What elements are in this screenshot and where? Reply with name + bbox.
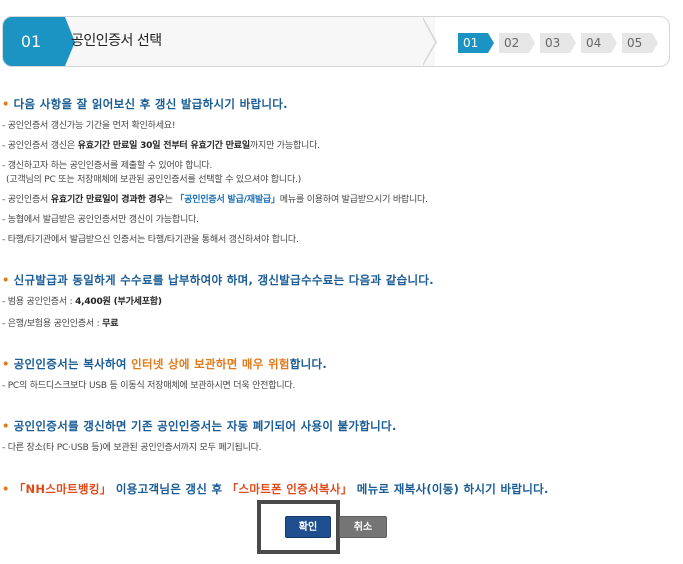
notice-section-disposal: • 공인인증서를 갱신하면 기존 공인인증서는 자동 폐기되어 사용이 불가합니다…	[0, 418, 683, 458]
section-heading-smartbanking: • 「NH스마트뱅킹」 이용고객님은 갱신 후 「스마트폰 인증서복사」 메뉴로 …	[2, 481, 549, 497]
step-number: 01	[20, 32, 42, 51]
step-indicator-04: 04	[581, 33, 617, 53]
text-emphasis: 4,400원 (부가세포함)	[75, 297, 162, 307]
heading-text: 공인인증서를 갱신하면 기존 공인인증서는 자동 폐기되어 사용이 불가합니다.	[13, 419, 397, 433]
section-heading-security: • 공인인증서는 복사하여 인터넷 상에 보관하면 매우 위험합니다.	[2, 356, 327, 372]
notice-line: - 갱신하고자 하는 공인인증서를 제출할 수 있어야 합니다.	[2, 161, 213, 171]
heading-text: 다음 사항을 잘 읽어보신 후 갱신 발급하시기 바랍니다.	[13, 97, 288, 111]
confirm-button[interactable]: 확인	[285, 516, 331, 538]
section-heading-disposal: • 공인인증서를 갱신하면 기존 공인인증서는 자동 폐기되어 사용이 불가합니다…	[2, 418, 397, 434]
bullet-icon: •	[2, 482, 10, 496]
bullet-icon: •	[2, 357, 10, 371]
notice-line: - 타행/타기관에서 발급받으신 인증서는 타행/타기관을 통해서 갱신하셔야 …	[2, 235, 299, 245]
heading-text: 공인인증서는 복사하여	[13, 357, 132, 371]
heading-text: 이용고객님은 갱신 후	[111, 482, 227, 496]
notice-line: - 공인인증서 갱신은 유효기간 만료일 30일 전부터 유효기간 만료일까지만…	[2, 138, 320, 151]
step-header: 01 공인인증서 선택 01 02 03 04 05	[2, 16, 670, 67]
menu-reference: 「스마트폰 인증서복사」	[226, 482, 353, 496]
notice-line: - 은행/보험용 공인인증서 : 무료	[2, 316, 119, 329]
notice-line: - 공인인증서 유효기간 만료일이 경과한 경우는 「공인인증서 발급/재발급」…	[2, 192, 428, 205]
notice-section-renewal: • 다음 사항을 잘 읽어보신 후 갱신 발급하시기 바랍니다. - 공인인증서 …	[0, 96, 683, 256]
heading-warning-text: 인터넷 상에 보관하면 매우 위험	[131, 357, 290, 371]
step-indicator-05: 05	[622, 33, 658, 53]
bullet-icon: •	[2, 273, 10, 287]
text-segment: - 공인인증서 갱신은	[2, 141, 78, 151]
notice-line: - 범용 공인인증서 : 4,400원 (부가세포함)	[2, 294, 162, 307]
notice-line: - 공인인증서 갱신가능 기간을 먼저 확인하세요!	[2, 121, 176, 131]
notice-line: - 농협에서 발급받은 공인인증서만 갱신이 가능합니다.	[2, 215, 199, 225]
text-segment: 는	[164, 195, 176, 205]
bullet-icon: •	[2, 97, 10, 111]
section-heading-fee: • 신규발급과 동일하게 수수료를 납부하여야 하며, 갱신발급수수료는 다음과 …	[2, 272, 434, 288]
notice-line: - 다른 장소(타 PC·USB 등)에 보관된 공인인증서까지 모두 폐기됩니…	[2, 443, 262, 453]
step-indicator-01: 01	[458, 33, 494, 53]
step-divider-chevron-inner	[422, 18, 435, 65]
text-emphasis: 무료	[102, 319, 119, 329]
notice-section-fee: • 신규발급과 동일하게 수수료를 납부하여야 하며, 갱신발급수수료는 다음과 …	[0, 272, 683, 332]
text-segment: - 공인인증서	[2, 195, 51, 205]
cancel-button[interactable]: 취소	[339, 516, 387, 538]
notice-line: - PC의 하드디스크보다 USB 등 이동식 저장매체에 보관하시면 더욱 안…	[2, 381, 296, 391]
step-indicator-03: 03	[540, 33, 576, 53]
text-segment: - 범용 공인인증서 :	[2, 297, 76, 307]
text-emphasis: 유효기간 만료일 30일 전부터 유효기간 만료일	[77, 141, 250, 151]
text-segment: 까지만 가능합니다.	[249, 141, 320, 151]
heading-text: 메뉴로 재복사(이동) 하시기 바랍니다.	[352, 482, 549, 496]
text-emphasis: 유효기간 만료일이 경과한 경우	[50, 195, 165, 205]
notice-line-sub: (고객님의 PC 또는 저장매체에 보관된 공인인증서를 선택할 수 있으셔야 …	[6, 175, 302, 185]
notice-section-security: • 공인인증서는 복사하여 인터넷 상에 보관하면 매우 위험합니다. - PC의…	[0, 356, 683, 396]
notice-section-smartbanking: • 「NH스마트뱅킹」 이용고객님은 갱신 후 「스마트폰 인증서복사」 메뉴로 …	[0, 481, 683, 501]
heading-text: 신규발급과 동일하게 수수료를 납부하여야 하며, 갱신발급수수료는 다음과 같…	[13, 273, 434, 287]
page-title: 공인인증서 선택	[71, 33, 162, 49]
text-segment: 메뉴를 이용하여 발급받으시기 바랍니다.	[279, 195, 428, 205]
menu-reference: 「공인인증서 발급/재발급」	[175, 195, 280, 205]
heading-text: 합니다.	[289, 357, 328, 371]
section-heading-renewal: • 다음 사항을 잘 읽어보신 후 갱신 발급하시기 바랍니다.	[2, 96, 288, 112]
bullet-icon: •	[2, 419, 10, 433]
text-segment: - 은행/보험용 공인인증서 :	[2, 319, 103, 329]
service-name: 「NH스마트뱅킹」	[13, 482, 112, 496]
step-indicator-02: 02	[499, 33, 535, 53]
